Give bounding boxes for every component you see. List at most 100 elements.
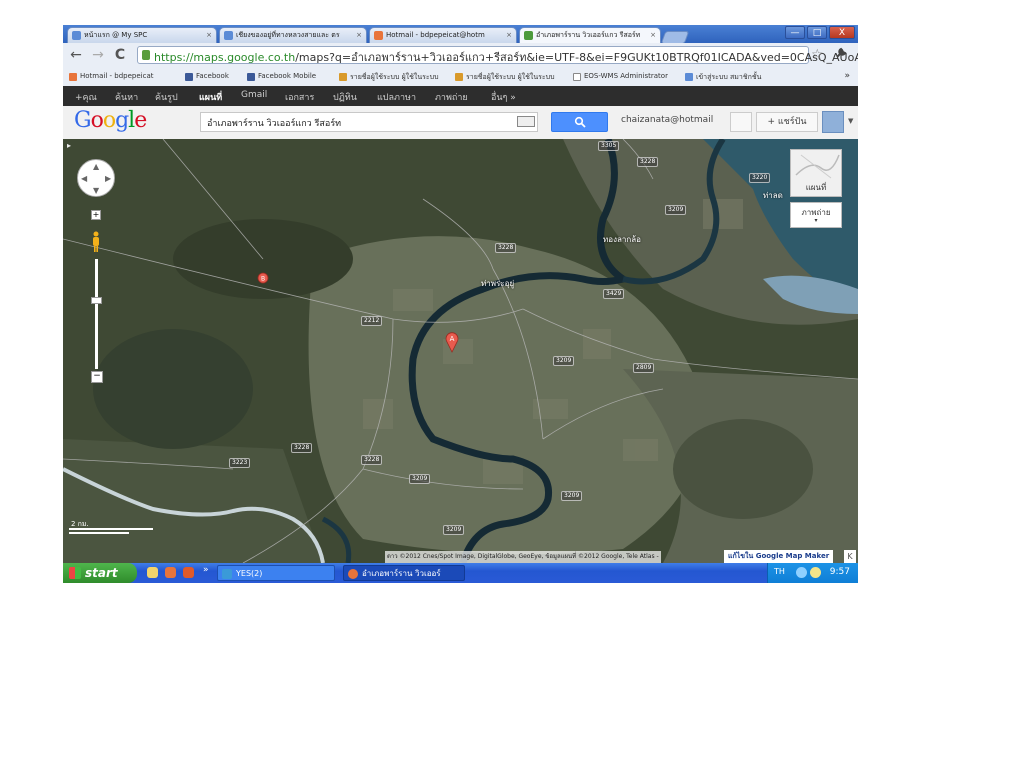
forward-button[interactable]: →	[89, 47, 107, 63]
gbar-item-more[interactable]: อื่นๆ »	[491, 90, 516, 104]
bookmarks-more-button[interactable]: »	[844, 71, 850, 81]
pan-right-icon[interactable]: ▶	[105, 174, 111, 183]
tab-close-icon[interactable]: ×	[650, 28, 656, 43]
back-button[interactable]: ←	[67, 47, 85, 63]
mapmaker-link[interactable]: แก้ไขใน Google Map Maker	[724, 550, 834, 563]
bookmark-facebook[interactable]: Facebook	[185, 72, 229, 81]
google-bar: +คุณ ค้นหา ค้นรูป แผนที่ Gmail เอกสาร ปฏ…	[63, 86, 858, 106]
bookmark-hotmail[interactable]: Hotmail - bdpepeicat	[69, 72, 153, 81]
clock: 9:57	[829, 567, 850, 577]
map-canvas[interactable]: 3305 3228 3220 3228 3429 2212 3209 2809 …	[63, 139, 858, 563]
bookmark-users-1[interactable]: รายชื่อผู้ใช้ระบบ ผู้ใช้ในระบบ	[339, 72, 439, 83]
road-label: 3228	[637, 157, 659, 167]
reload-button[interactable]: C	[111, 47, 129, 63]
search-input[interactable]: อำเภอพาร์ราน วิวเออร์แกว รีสอร์ท	[200, 112, 538, 132]
marker-b-label: B	[261, 276, 265, 283]
gbar-item-translate[interactable]: แปลภาษา	[377, 90, 416, 104]
volume-icon[interactable]	[810, 567, 821, 578]
pan-down-icon[interactable]: ▼	[93, 186, 99, 195]
gbar-item-calendar[interactable]: ปฏิทิน	[333, 90, 357, 104]
tab-favicon-icon	[374, 31, 383, 40]
close-icon[interactable]: K	[844, 550, 856, 563]
start-button[interactable]: start	[63, 563, 137, 583]
gbar-item-gmail[interactable]: Gmail	[241, 90, 267, 100]
search-button[interactable]	[551, 112, 608, 132]
map-type-button[interactable]: แผนที่	[790, 149, 842, 197]
quicklaunch-more-icon[interactable]: »	[203, 565, 209, 575]
maximize-button[interactable]: □	[807, 26, 827, 39]
taskbar-item-yes[interactable]: YES(2)	[217, 565, 335, 581]
tab-favicon-icon	[224, 31, 233, 40]
zoom-slider-handle[interactable]	[91, 297, 102, 304]
place-label: ท่าลด	[763, 191, 783, 200]
bookmark-login[interactable]: เข้าสู่ระบบ สมาชิกชั้น	[685, 72, 761, 83]
bookmark-star-icon[interactable]: ☆	[811, 47, 824, 63]
logo-letter: e	[134, 108, 147, 133]
network-icon[interactable]	[796, 567, 807, 578]
map-preview-icon	[795, 154, 840, 179]
chevron-down-icon[interactable]: ▼	[848, 117, 853, 125]
avatar[interactable]	[822, 111, 844, 133]
account-name[interactable]: chaizanata@hotmail	[621, 115, 713, 125]
zoom-out-button[interactable]: −	[91, 371, 103, 383]
firefox-icon[interactable]	[183, 567, 194, 578]
lock-icon	[142, 50, 150, 60]
tab-label: อำเภอพาร์ราน วิวเออร์แกว รีสอร์ท	[536, 31, 641, 39]
taskbar-item-label: อำเภอพาร์ราน วิวเออร์	[362, 569, 441, 578]
notifications-button[interactable]	[730, 112, 752, 132]
road-label: 3223	[229, 458, 251, 468]
road-label: 3209	[409, 474, 431, 484]
system-tray: TH 9:57	[767, 563, 858, 583]
facebook-icon	[185, 73, 193, 81]
tab-close-icon[interactable]: ×	[356, 28, 362, 43]
collapse-panel-icon[interactable]: ▸	[67, 141, 71, 150]
gbar-item-search[interactable]: ค้นหา	[115, 90, 138, 104]
road-label: 3228	[361, 455, 383, 465]
gbar-item-photos[interactable]: ภาพถ่าย	[435, 90, 468, 104]
layers-dropdown[interactable]: ภาพถ่าย ▾	[790, 202, 842, 228]
address-bar[interactable]: https://maps.google.co.th/maps?q=อำเภอพา…	[137, 46, 858, 64]
satellite-imagery	[63, 139, 858, 563]
tab-news[interactable]: เชียงของอยู่ที่ทางหลวงสายและ ตร ×	[219, 27, 367, 43]
keyboard-icon[interactable]	[517, 116, 535, 127]
pan-control[interactable]: ▲ ▼ ◀ ▶	[77, 159, 115, 197]
zoom-slider[interactable]	[95, 259, 98, 369]
browser-quicklaunch-icon[interactable]	[165, 567, 176, 578]
bookmark-label: Facebook Mobile	[258, 72, 317, 80]
pegman-icon[interactable]	[91, 231, 101, 253]
google-logo[interactable]: Google	[74, 108, 147, 133]
gbar-item-plus[interactable]: +คุณ	[75, 90, 97, 104]
pan-left-icon[interactable]: ◀	[81, 174, 87, 183]
bookmark-users-2[interactable]: รายชื่อผู้ใช้ระบบ ผู้ใช้ในระบบ	[455, 72, 555, 83]
tab-hotmail[interactable]: Hotmail - bdpepeicat@hotm ×	[369, 27, 517, 43]
tab-favicon-icon	[72, 31, 81, 40]
map-attribution: ดาว ©2012 Cnes/Spot Image, DigitalGlobe,…	[385, 551, 661, 563]
tab-maps-active[interactable]: อำเภอพาร์ราน วิวเออร์แกว รีสอร์ท ×	[519, 27, 661, 43]
gbar-item-docs[interactable]: เอกสาร	[285, 90, 314, 104]
road-label: 2212	[361, 316, 383, 326]
bookmark-eos-wms[interactable]: EOS-WMS Administrator	[573, 72, 668, 81]
bookmarks-bar: Hotmail - bdpepeicat Facebook Facebook M…	[63, 69, 858, 86]
address-bar-url: https://maps.google.co.th/maps?q=อำเภอพา…	[154, 48, 858, 66]
gbar-item-maps[interactable]: แผนที่	[199, 90, 222, 104]
zoom-in-button[interactable]: +	[91, 210, 101, 220]
bookmark-facebook-mobile[interactable]: Facebook Mobile	[247, 72, 317, 81]
close-window-button[interactable]: X	[829, 26, 855, 39]
taskbar-item-browser[interactable]: อำเภอพาร์ราน วิวเออร์	[343, 565, 465, 581]
browser-window: หน้าแรก @ My SPC × เชียงของอยู่ที่ทางหลว…	[63, 25, 858, 583]
tab-close-icon[interactable]: ×	[206, 28, 212, 43]
wrench-menu-icon[interactable]	[835, 47, 847, 63]
share-button[interactable]: + แชร์ปัน	[756, 112, 818, 132]
pan-up-icon[interactable]: ▲	[93, 162, 99, 171]
minimize-button[interactable]: —	[785, 26, 805, 39]
show-desktop-icon[interactable]	[147, 567, 158, 578]
folder-icon	[222, 569, 232, 579]
hotmail-icon	[69, 73, 77, 81]
tab-label: หน้าแรก @ My SPC	[84, 31, 148, 39]
tab-my-spc[interactable]: หน้าแรก @ My SPC ×	[67, 27, 217, 43]
gbar-item-images[interactable]: ค้นรูป	[155, 90, 178, 104]
tab-close-icon[interactable]: ×	[506, 28, 512, 43]
windows-taskbar: start » YES(2) อำเภอพาร์ราน วิวเออร์ TH …	[63, 563, 858, 583]
road-label: 3209	[561, 491, 583, 501]
language-indicator[interactable]: TH	[774, 567, 785, 576]
